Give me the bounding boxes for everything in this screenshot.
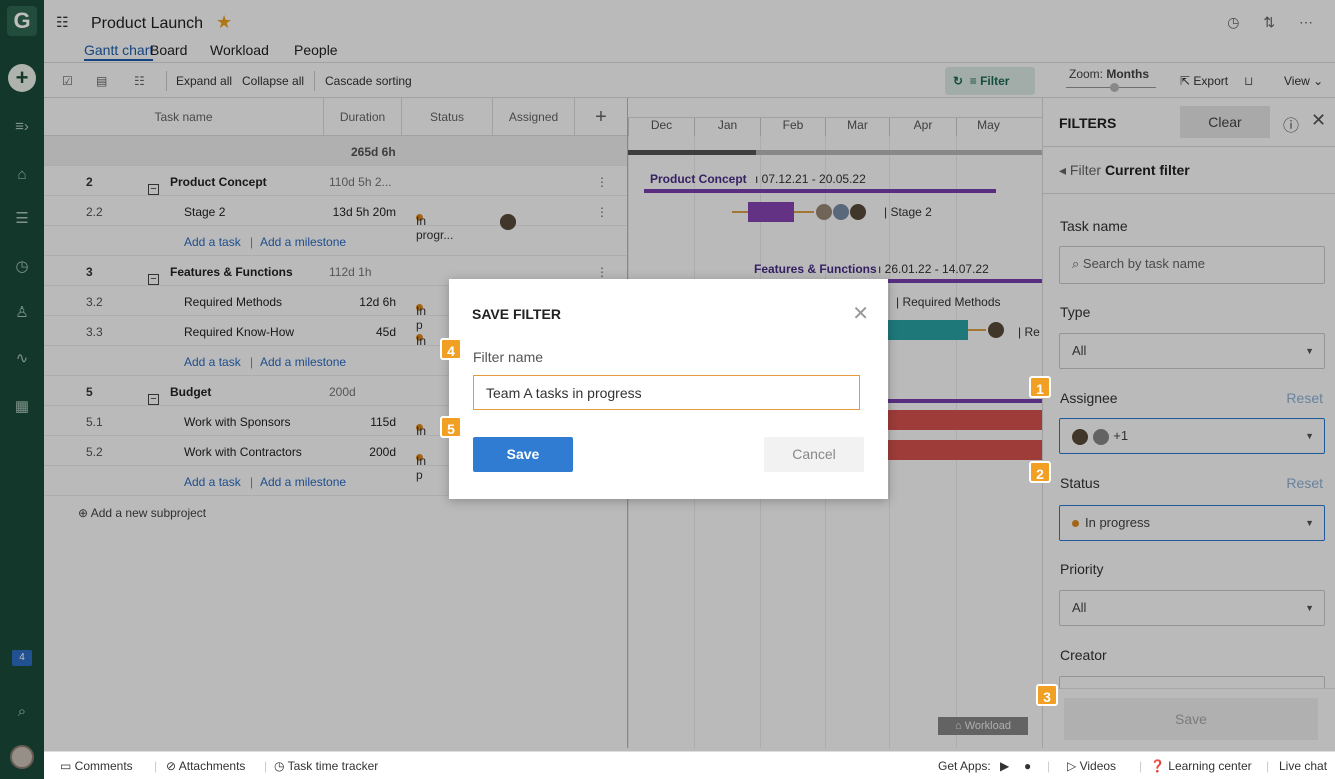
attachments-label: Attachments [178, 759, 246, 773]
close-icon[interactable]: ✕ [852, 301, 869, 326]
step-badge: 1 [1029, 376, 1051, 398]
filter-name-label: Filter name [473, 349, 544, 365]
time-tracker-label: Task time tracker [287, 759, 379, 773]
modal-backdrop-sidebar [0, 0, 44, 779]
comments-label: Comments [74, 759, 133, 773]
step-badge: 2 [1029, 461, 1051, 483]
step-badge: 5 [440, 416, 462, 438]
comments-button[interactable]: ▭ Comments [60, 759, 133, 773]
videos-link[interactable]: ▷ Videos [1067, 759, 1116, 773]
learning-center-link[interactable]: ❓ Learning center [1150, 759, 1252, 773]
dialog-title: SAVE FILTER [472, 306, 561, 322]
videos-label: Videos [1079, 759, 1117, 773]
live-chat-link[interactable]: Live chat [1279, 759, 1327, 773]
step-badge: 3 [1036, 684, 1058, 706]
save-filter-dialog: SAVE FILTER ✕ Filter name Team A tasks i… [449, 279, 888, 499]
get-apps-label: Get Apps: [938, 759, 991, 773]
learning-center-label: Learning center [1168, 759, 1252, 773]
attachments-button[interactable]: ⊘ Attachments [166, 759, 245, 773]
time-tracker-button[interactable]: ◷ Task time tracker [274, 759, 378, 773]
play-store-icon[interactable]: ▶ [1000, 759, 1009, 773]
filter-name-input[interactable]: Team A tasks in progress [473, 375, 860, 410]
save-button[interactable]: Save [473, 437, 573, 472]
step-badge: 4 [440, 338, 462, 360]
bottom-bar: ▭ Comments | ⊘ Attachments | ◷ Task time… [44, 751, 1335, 779]
cancel-button[interactable]: Cancel [764, 437, 864, 472]
apple-icon[interactable]: ● [1024, 759, 1031, 773]
